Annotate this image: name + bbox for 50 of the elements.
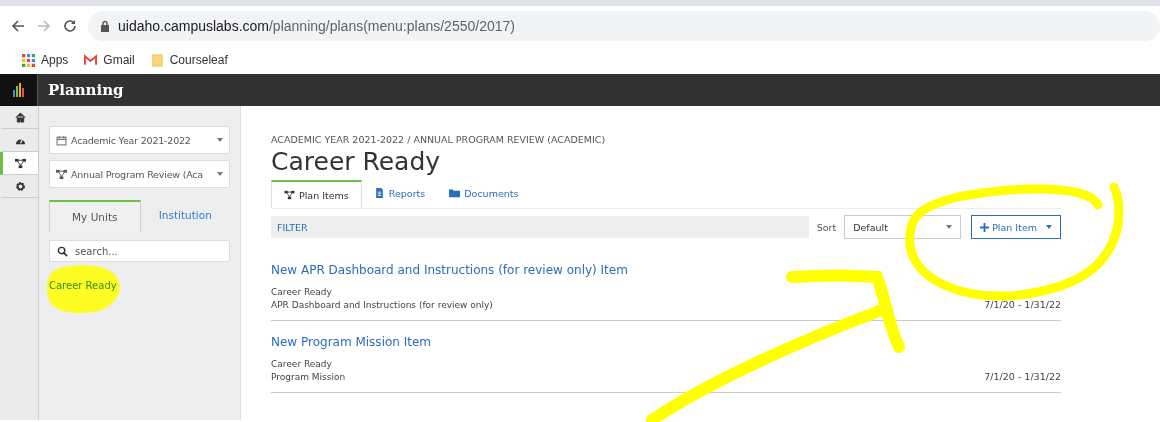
add-plan-item-button[interactable]: Plan Item [971, 215, 1061, 239]
folder-icon [150, 53, 164, 67]
search-field[interactable]: search... [49, 240, 230, 262]
item-dates: 7/1/20 - 1/31/22 [984, 371, 1061, 382]
folder-icon [449, 188, 461, 198]
plus-icon [980, 222, 990, 232]
unit-link[interactable]: Career Ready [49, 280, 230, 291]
item-subtitle: Program Mission [271, 372, 347, 382]
item-unit: Career Ready [271, 359, 333, 369]
page-title: Career Ready [271, 147, 442, 176]
plan-item-link[interactable]: New Program Mission Item [271, 335, 1061, 349]
unit-tab[interactable]: My Units [49, 200, 141, 232]
app-title: Planning [48, 81, 124, 99]
bookmark[interactable]: Courseleaf [150, 53, 228, 67]
caret-icon [217, 172, 223, 176]
sort-select[interactable]: Default [844, 215, 962, 239]
document-icon [373, 188, 385, 198]
hierarchy-icon [15, 157, 26, 169]
caret-icon [217, 138, 223, 142]
address-bar[interactable]: uidaho.campuslabs.com/planning/plans(menu:plans/2550/2017) [88, 11, 1160, 41]
calendar-icon [56, 134, 67, 146]
reload-icon[interactable] [62, 18, 78, 34]
url-text: uidaho.campuslabs.com/planning/plans(menu:plans/2550/2017) [118, 18, 515, 34]
bookmark[interactable]: Apps [22, 53, 69, 67]
content-tab[interactable]: Reports [361, 180, 438, 206]
year-select[interactable]: Academic Year 2021-2022 [49, 126, 230, 154]
lock-icon [100, 20, 110, 32]
mail-icon [84, 53, 98, 67]
caret-icon [946, 225, 953, 229]
search-icon [57, 246, 68, 257]
plan-select[interactable]: Annual Program Review (Aca [49, 160, 230, 188]
content-tab[interactable]: Documents [437, 180, 531, 206]
home-icon [15, 111, 26, 123]
item-unit: Career Ready [271, 287, 333, 297]
content-tab[interactable]: Plan Items [271, 180, 362, 208]
settings-icon [15, 180, 26, 192]
sort-label: Sort [816, 221, 837, 233]
bookmark[interactable]: Gmail [84, 53, 135, 67]
unit-tab[interactable]: Institution [140, 200, 230, 230]
apps-grid-icon [22, 53, 35, 67]
caret-icon [1046, 225, 1052, 229]
bar-chart-logo-icon[interactable] [12, 83, 25, 97]
plan-item-link[interactable]: New APR Dashboard and Instructions (for review only) Item [271, 263, 1061, 277]
hierarchy-icon [284, 190, 295, 200]
item-subtitle: APR Dashboard and Instructions (for review only) [271, 300, 494, 310]
item-dates: 7/1/20 - 1/31/22 [984, 299, 1061, 310]
filter-bar[interactable]: FILTER [271, 216, 809, 238]
hierarchy-icon [56, 168, 67, 180]
back-icon[interactable] [10, 18, 26, 34]
breadcrumb: ACADEMIC YEAR 2021-2022 / ANNUAL PROGRAM REVIEW (ACADEMIC) [271, 134, 607, 145]
